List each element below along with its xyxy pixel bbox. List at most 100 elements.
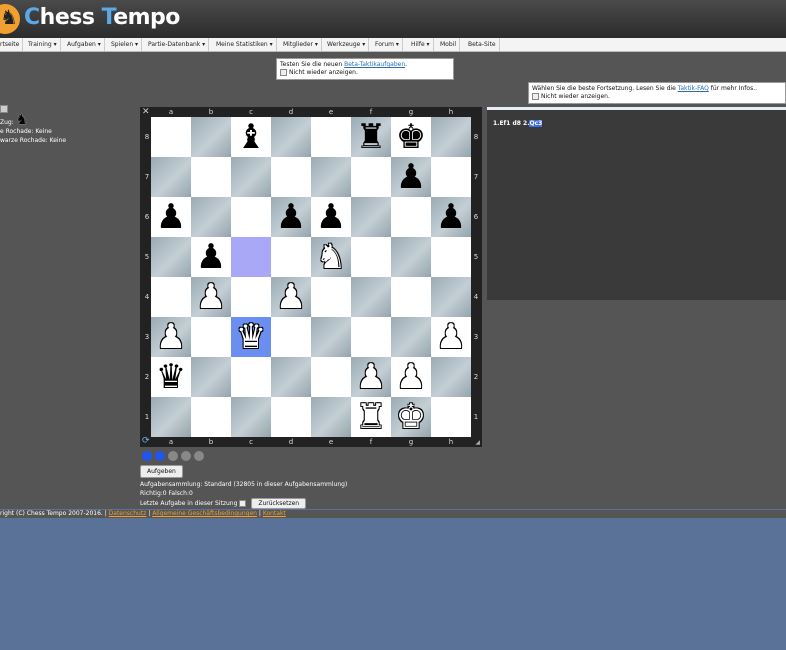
reset-button[interactable]: Zurücksetzen xyxy=(251,498,307,509)
move-2-selected[interactable]: Qc3 xyxy=(529,120,543,127)
square-b1[interactable] xyxy=(191,397,231,437)
square-h7[interactable] xyxy=(431,157,471,197)
piece-a6[interactable]: ♟ xyxy=(151,197,191,237)
square-a4[interactable] xyxy=(151,277,191,317)
square-g8[interactable]: ♚ xyxy=(391,117,431,157)
piece-f2[interactable]: ♟ xyxy=(351,357,391,397)
square-b7[interactable] xyxy=(191,157,231,197)
menu-mitglieder[interactable]: Mitglieder ▾ xyxy=(280,38,322,51)
next-move-icon[interactable] xyxy=(168,451,178,461)
square-e3[interactable] xyxy=(311,317,351,357)
square-c2[interactable] xyxy=(231,357,271,397)
menu-partie-datenbank[interactable]: Partie-Datenbank ▾ xyxy=(145,38,210,51)
piece-c3[interactable]: ♛ xyxy=(231,317,271,357)
square-a8[interactable] xyxy=(151,117,191,157)
piece-g2[interactable]: ♟ xyxy=(391,357,431,397)
square-c8[interactable]: ♝ xyxy=(231,117,271,157)
menu-hilfe[interactable]: Hilfe ▾ xyxy=(408,38,434,51)
square-d7[interactable] xyxy=(271,157,311,197)
piece-d6[interactable]: ♟ xyxy=(271,197,311,237)
piece-d4[interactable]: ♟ xyxy=(271,277,311,317)
dont-show-checkbox-2[interactable] xyxy=(532,93,539,100)
square-c4[interactable] xyxy=(231,277,271,317)
piece-h3[interactable]: ♟ xyxy=(431,317,471,357)
piece-g7[interactable]: ♟ xyxy=(391,157,431,197)
menu-aufgaben[interactable]: Aufgaben ▾ xyxy=(64,38,105,51)
square-g5[interactable] xyxy=(391,237,431,277)
piece-b5[interactable]: ♟ xyxy=(191,237,231,277)
knight-logo-icon[interactable]: ♞ xyxy=(0,4,20,34)
contact-link[interactable]: Kontakt xyxy=(263,510,286,517)
square-d5[interactable] xyxy=(271,237,311,277)
square-f1[interactable]: ♜ xyxy=(351,397,391,437)
square-b8[interactable] xyxy=(191,117,231,157)
square-d6[interactable]: ♟ xyxy=(271,197,311,237)
menu-training[interactable]: Training ▾ xyxy=(25,38,61,51)
menu-meine-statistiken[interactable]: Meine Statistiken ▾ xyxy=(213,38,277,51)
square-c5[interactable] xyxy=(231,237,271,277)
square-e6[interactable]: ♟ xyxy=(311,197,351,237)
piece-g1[interactable]: ♚ xyxy=(391,397,431,437)
menu-home[interactable]: rtseite xyxy=(0,38,24,51)
piece-b4[interactable]: ♟ xyxy=(191,277,231,317)
square-g2[interactable]: ♟ xyxy=(391,357,431,397)
square-f6[interactable] xyxy=(351,197,391,237)
square-h4[interactable] xyxy=(431,277,471,317)
square-d4[interactable]: ♟ xyxy=(271,277,311,317)
square-b4[interactable]: ♟ xyxy=(191,277,231,317)
square-a5[interactable] xyxy=(151,237,191,277)
piece-a2[interactable]: ♛ xyxy=(151,357,191,397)
tools-icon[interactable]: ✕ xyxy=(142,107,150,117)
first-move-icon[interactable] xyxy=(142,451,152,461)
beta-tactics-link[interactable]: Beta-Taktikaufgaben xyxy=(344,61,405,68)
square-b6[interactable] xyxy=(191,197,231,237)
square-g7[interactable]: ♟ xyxy=(391,157,431,197)
square-f5[interactable] xyxy=(351,237,391,277)
play-icon[interactable] xyxy=(194,451,204,461)
square-c7[interactable] xyxy=(231,157,271,197)
piece-h6[interactable]: ♟ xyxy=(431,197,471,237)
square-g6[interactable] xyxy=(391,197,431,237)
square-b5[interactable]: ♟ xyxy=(191,237,231,277)
resize-handle-icon[interactable]: ◢ xyxy=(475,439,480,446)
privacy-link[interactable]: Datenschutz xyxy=(109,510,147,517)
piece-f1[interactable]: ♜ xyxy=(351,397,391,437)
last-move-icon[interactable] xyxy=(181,451,191,461)
square-c6[interactable] xyxy=(231,197,271,237)
square-a3[interactable]: ♟ xyxy=(151,317,191,357)
square-a2[interactable]: ♛ xyxy=(151,357,191,397)
menu-forum[interactable]: Forum ▾ xyxy=(372,38,403,51)
menu-mobil[interactable]: Mobil xyxy=(437,38,460,51)
square-h3[interactable]: ♟ xyxy=(431,317,471,357)
square-e2[interactable] xyxy=(311,357,351,397)
square-b3[interactable] xyxy=(191,317,231,357)
square-f2[interactable]: ♟ xyxy=(351,357,391,397)
prev-move-icon[interactable] xyxy=(155,451,165,461)
square-f7[interactable] xyxy=(351,157,391,197)
square-c1[interactable] xyxy=(231,397,271,437)
square-e1[interactable] xyxy=(311,397,351,437)
info-icon[interactable] xyxy=(0,105,8,113)
move-1-black[interactable]: d8 xyxy=(512,120,520,127)
piece-e5[interactable]: ♞ xyxy=(311,237,351,277)
terms-link[interactable]: Allgemeine Geschäftsbedingungen xyxy=(152,510,257,517)
square-h2[interactable] xyxy=(431,357,471,397)
menu-werkzeuge[interactable]: Werkzeuge ▾ xyxy=(324,38,370,51)
square-h8[interactable] xyxy=(431,117,471,157)
square-d2[interactable] xyxy=(271,357,311,397)
square-g3[interactable] xyxy=(391,317,431,357)
move-1[interactable]: 1.Ef1 xyxy=(493,120,510,127)
square-d8[interactable] xyxy=(271,117,311,157)
square-h5[interactable] xyxy=(431,237,471,277)
piece-f8[interactable]: ♜ xyxy=(351,117,391,157)
square-e7[interactable] xyxy=(311,157,351,197)
piece-g8[interactable]: ♚ xyxy=(391,117,431,157)
square-g4[interactable] xyxy=(391,277,431,317)
dont-show-checkbox[interactable] xyxy=(280,69,287,76)
square-a1[interactable] xyxy=(151,397,191,437)
square-f4[interactable] xyxy=(351,277,391,317)
square-f8[interactable]: ♜ xyxy=(351,117,391,157)
square-f3[interactable] xyxy=(351,317,391,357)
square-e5[interactable]: ♞ xyxy=(311,237,351,277)
square-c3[interactable]: ♛ xyxy=(231,317,271,357)
